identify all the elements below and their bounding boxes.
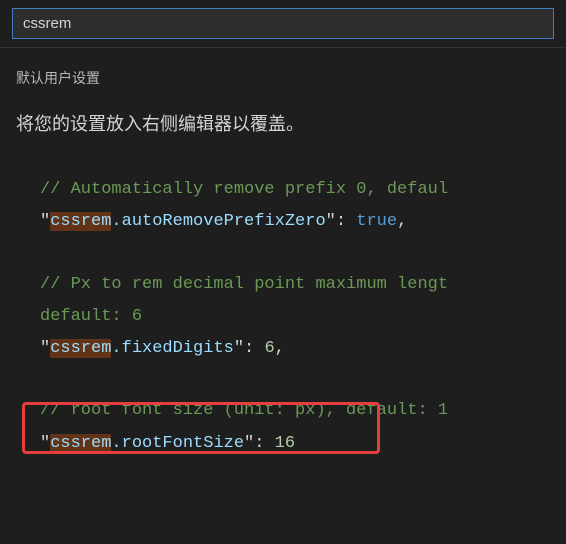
comment-line: // root font size (unit: px), default: 1 [40, 401, 448, 420]
setting-value: 6 [264, 339, 274, 358]
search-container [0, 0, 566, 48]
setting-fixed-digits: // Px to rem decimal point maximum lengt… [40, 269, 566, 366]
search-highlight: cssrem [50, 339, 111, 358]
comment-line: // Automatically remove prefix 0, defaul [40, 180, 448, 199]
comment-line: // Px to rem decimal point maximum lengt [40, 275, 448, 294]
setting-root-font-size: // root font size (unit: px), default: 1… [40, 395, 566, 460]
code-editor[interactable]: // Automatically remove prefix 0, defaul… [0, 144, 566, 460]
setting-value: 16 [275, 434, 295, 453]
setting-value: true [356, 212, 397, 231]
search-input[interactable] [12, 8, 554, 39]
search-highlight: cssrem [50, 434, 111, 453]
search-highlight: cssrem [50, 212, 111, 231]
section-header: 默认用户设置 [0, 48, 566, 92]
comment-line: default: 6 [40, 307, 142, 326]
settings-description: 将您的设置放入右侧编辑器以覆盖。 [0, 92, 566, 144]
setting-auto-remove-prefix: // Automatically remove prefix 0, defaul… [40, 174, 566, 239]
